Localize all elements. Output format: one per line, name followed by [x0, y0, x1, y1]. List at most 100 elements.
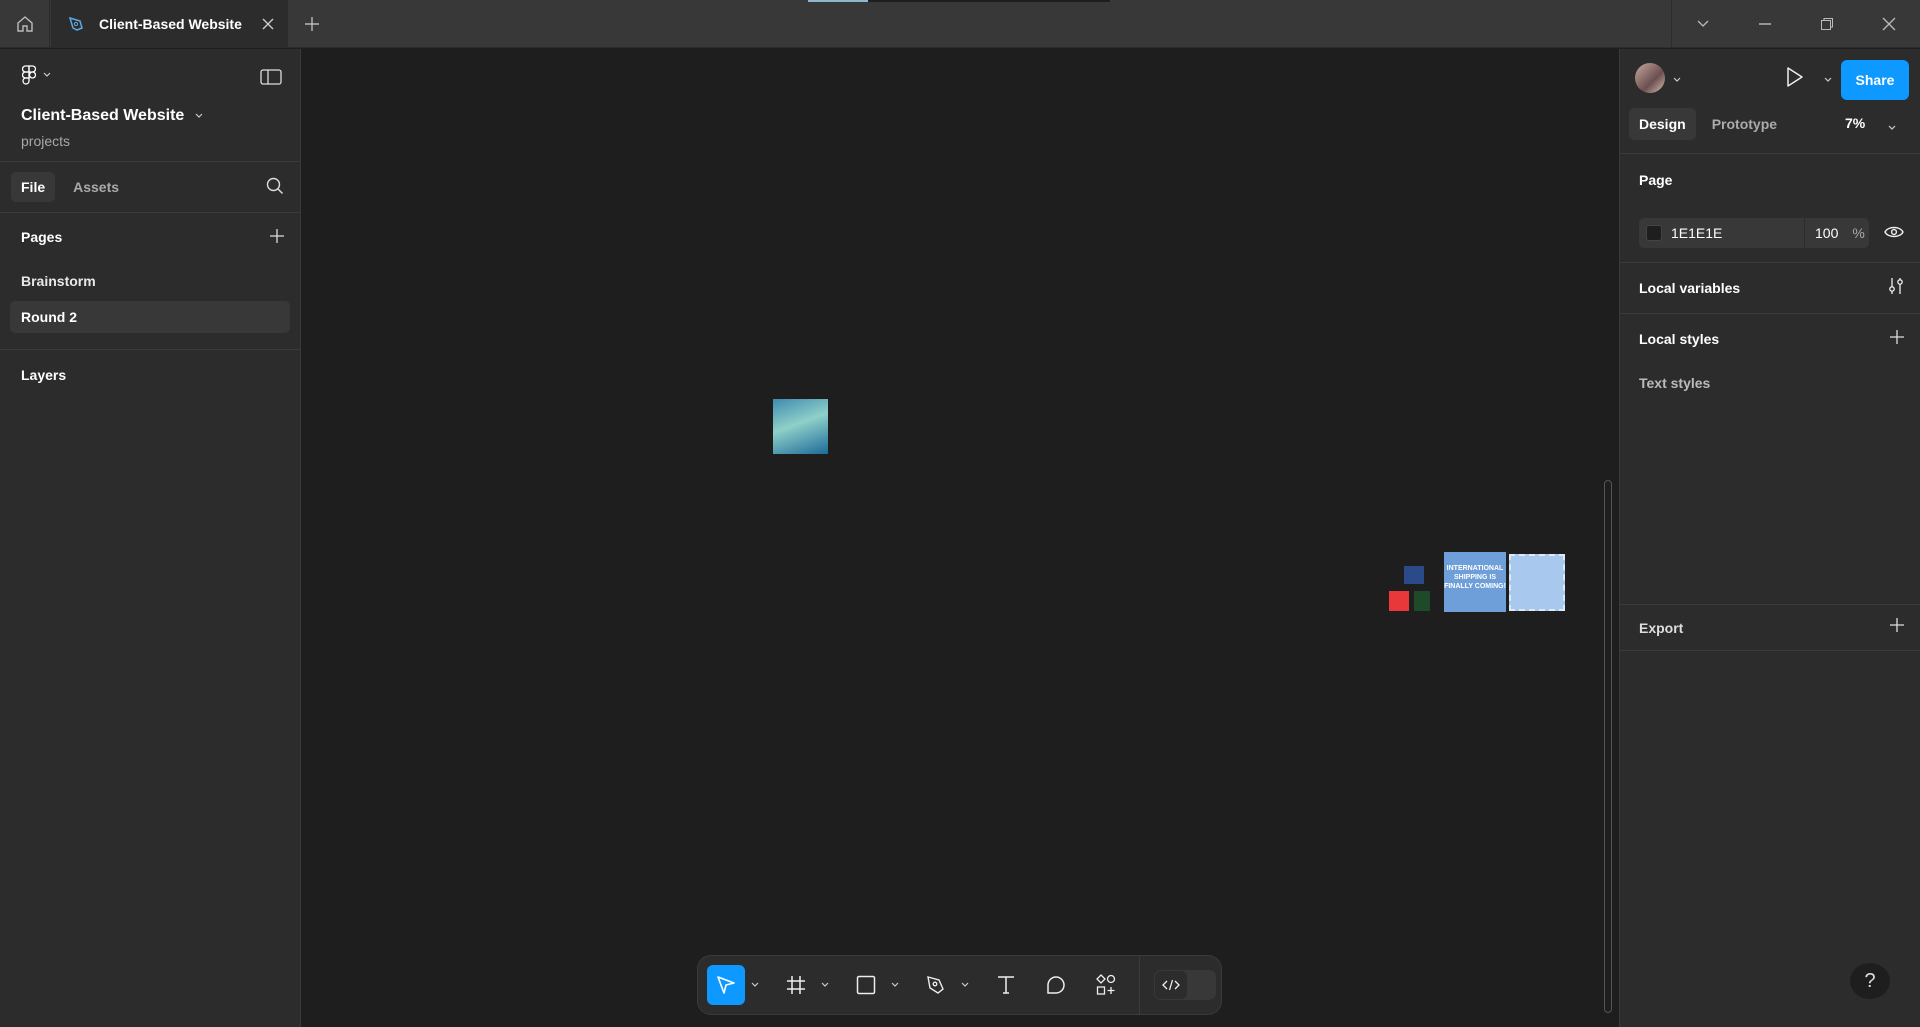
open-variables-button[interactable]: [1888, 277, 1904, 300]
chevron-down-icon: [1697, 20, 1709, 27]
sliders-icon: [1889, 277, 1903, 294]
close-icon: [1882, 17, 1896, 31]
layers-heading: Layers: [21, 367, 67, 383]
page-color-hex[interactable]: 1E1E1E: [1671, 218, 1805, 248]
tab-assets[interactable]: Assets: [63, 172, 129, 202]
pen-tool-icon: [68, 16, 83, 31]
shape-tool-button[interactable]: [847, 965, 885, 1005]
progress-fill: [808, 0, 869, 2]
add-export-button[interactable]: [1890, 618, 1904, 637]
promo-shipping-image[interactable]: INTERNATIONAL SHIPPING IS FINALLY COMING…: [1444, 552, 1506, 612]
avatar[interactable]: [1635, 63, 1665, 93]
home-button[interactable]: [0, 0, 50, 48]
code-icon: [1162, 979, 1180, 991]
chevron-down-icon: [1824, 77, 1832, 82]
figma-logo-icon: [22, 65, 36, 85]
file-tab[interactable]: Client-Based Website: [51, 0, 288, 48]
tab-design[interactable]: Design: [1629, 108, 1696, 140]
restore-icon: [1821, 18, 1833, 30]
tab-file[interactable]: File: [11, 172, 56, 202]
file-title-button[interactable]: Client-Based Website: [21, 107, 204, 125]
avatar-menu-button[interactable]: [1672, 71, 1682, 89]
share-button[interactable]: Share: [1841, 60, 1909, 100]
cursor-icon: [717, 976, 735, 994]
canvas[interactable]: INTERNATIONAL SHIPPING IS FINALLY COMING…: [302, 49, 1618, 1027]
plus-icon: [1890, 329, 1904, 344]
pen-tool-dropdown[interactable]: [955, 982, 975, 988]
page-item-round-2[interactable]: Round 2: [10, 301, 290, 333]
frame-tool-button[interactable]: [777, 965, 815, 1005]
bottom-toolbar: [697, 955, 1222, 1015]
toggle-visibility-button[interactable]: [1884, 225, 1904, 244]
chevron-down-icon: [1888, 125, 1896, 130]
chevron-down-icon: [195, 113, 203, 118]
comment-icon: [1047, 976, 1065, 994]
frame-tool-dropdown[interactable]: [815, 982, 835, 988]
dev-mode-toggle[interactable]: [1154, 970, 1216, 1000]
search-layers-button[interactable]: [266, 177, 284, 200]
chevron-down-icon: [751, 982, 759, 987]
loading-progress-bar: [808, 0, 1110, 2]
play-icon: [1787, 67, 1803, 87]
close-window-button[interactable]: [1858, 0, 1920, 48]
new-tab-button[interactable]: [298, 10, 326, 38]
shape-tool-dropdown[interactable]: [885, 982, 905, 988]
local-styles-heading: Local styles: [1639, 331, 1720, 347]
page-color-field[interactable]: 1E1E1E 100 %: [1639, 218, 1869, 248]
color-swatch[interactable]: [1646, 225, 1662, 241]
event-logo-image[interactable]: [1404, 566, 1424, 584]
pen-tool-button[interactable]: [917, 965, 955, 1005]
close-tab-button[interactable]: [254, 10, 282, 38]
components-icon: [1096, 974, 1116, 995]
move-tool-button[interactable]: [707, 965, 745, 1005]
move-tool-dropdown[interactable]: [745, 982, 765, 988]
goblin-logo-image[interactable]: [1414, 591, 1430, 611]
add-style-button[interactable]: [1890, 329, 1904, 349]
ocean-image[interactable]: [773, 399, 828, 454]
local-variables-heading: Local variables: [1639, 280, 1741, 296]
plus-icon: [1890, 618, 1904, 632]
toggle-sidebar-button[interactable]: [260, 69, 282, 90]
search-icon: [266, 177, 283, 194]
chevron-down-icon: [821, 982, 829, 987]
opacity-unit: %: [1852, 225, 1865, 241]
page-item-brainstorm[interactable]: Brainstorm: [10, 265, 290, 297]
comment-tool-button[interactable]: [1037, 965, 1075, 1005]
export-heading: Export: [1639, 619, 1684, 636]
present-button[interactable]: [1785, 66, 1805, 93]
file-title: Client-Based Website: [21, 107, 185, 124]
page-opacity[interactable]: 100: [1815, 225, 1838, 241]
present-options-button[interactable]: [1823, 71, 1833, 89]
ax-logo-image[interactable]: [1389, 591, 1409, 611]
zoom-dropdown-button[interactable]: [1887, 119, 1897, 137]
frame-icon: [787, 976, 805, 994]
minimize-icon: [1759, 23, 1771, 25]
minimize-button[interactable]: [1734, 0, 1796, 48]
add-page-button[interactable]: [270, 228, 284, 246]
zoom-level[interactable]: 7%: [1845, 115, 1865, 131]
tab-prototype[interactable]: Prototype: [1702, 108, 1787, 140]
main-menu-button[interactable]: [22, 65, 52, 85]
sidebar-icon: [260, 69, 282, 85]
page-section-heading: Page: [1639, 172, 1673, 188]
actions-tool-button[interactable]: [1087, 965, 1125, 1005]
window-controls: [1671, 0, 1920, 48]
title-bar: Client-Based Website: [0, 0, 1920, 48]
promo-info-image[interactable]: [1509, 554, 1565, 611]
text-styles-heading: Text styles: [1639, 374, 1711, 391]
chevron-down-icon: [891, 982, 899, 987]
tabs-dropdown-button[interactable]: [1672, 0, 1734, 48]
canvas-scrollbar[interactable]: [1604, 480, 1612, 1013]
toolbar-divider: [1139, 955, 1140, 1015]
help-button[interactable]: ?: [1850, 963, 1890, 999]
project-name[interactable]: projects: [21, 133, 70, 149]
chevron-down-icon: [43, 72, 51, 77]
pages-heading: Pages: [21, 229, 63, 245]
left-panel: Client-Based Website projects File Asset…: [0, 49, 301, 1027]
pen-icon: [927, 976, 944, 994]
chevron-down-icon: [1673, 77, 1681, 82]
chevron-down-icon: [961, 982, 969, 987]
text-tool-button[interactable]: [987, 965, 1025, 1005]
eye-icon: [1884, 226, 1904, 238]
restore-button[interactable]: [1796, 0, 1858, 48]
